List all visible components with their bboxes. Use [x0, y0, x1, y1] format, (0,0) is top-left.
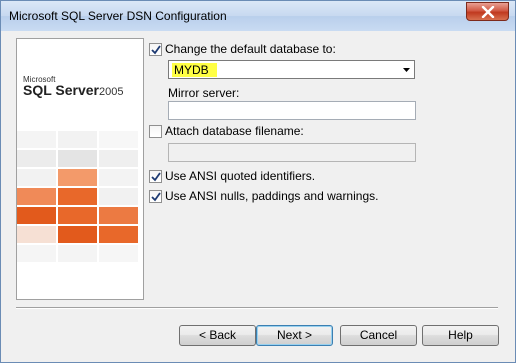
banner-tile — [99, 131, 138, 148]
help-button[interactable]: Help — [422, 325, 499, 346]
ansi-nulls-row[interactable]: Use ANSI nulls, paddings and warnings. — [149, 188, 378, 204]
close-button[interactable] — [466, 2, 509, 21]
button-separator — [16, 307, 498, 309]
banner-tile — [58, 188, 97, 205]
next-button[interactable]: Next > — [256, 325, 333, 346]
attach-db-filename-input — [168, 143, 416, 162]
banner-tile — [17, 169, 56, 186]
checkmark-icon — [151, 191, 161, 201]
dsn-config-window: Microsoft SQL Server DSN Configuration M… — [0, 0, 516, 363]
banner-tile — [17, 150, 56, 167]
dialog-client: Microsoft SQL Server 2005 Change the def… — [8, 31, 508, 357]
ansi-quoted-label: Use ANSI quoted identifiers. — [165, 169, 316, 183]
banner-tile — [58, 169, 97, 186]
checkmark-icon — [151, 44, 161, 54]
banner-tile — [58, 150, 97, 167]
attach-db-row[interactable]: Attach database filename: — [149, 123, 304, 139]
banner-tile — [99, 150, 138, 167]
banner-tile — [99, 245, 138, 262]
banner-tile — [58, 226, 97, 243]
ansi-nulls-label: Use ANSI nulls, paddings and warnings. — [165, 189, 379, 203]
banner-tile — [17, 245, 56, 262]
title-bar: Microsoft SQL Server DSN Configuration — [1, 1, 515, 31]
banner-tile — [17, 207, 56, 224]
ansi-nulls-checkbox[interactable] — [149, 189, 162, 203]
banner-tile — [58, 131, 97, 148]
attach-db-label: Attach database filename: — [165, 124, 304, 138]
banner-tile — [17, 226, 56, 243]
checkmark-icon — [151, 171, 161, 181]
mirror-server-input[interactable] — [168, 101, 416, 120]
close-icon — [481, 6, 495, 18]
sql-server-banner: Microsoft SQL Server 2005 — [16, 38, 144, 300]
banner-tile — [99, 207, 138, 224]
banner-tile — [58, 207, 97, 224]
svg-text:SQL Server: SQL Server — [23, 82, 100, 98]
banner-tile — [99, 169, 138, 186]
back-button[interactable]: < Back — [179, 325, 256, 346]
banner-tile — [99, 226, 138, 243]
change-default-db-label: Change the default database to: — [165, 42, 336, 56]
banner-tile — [58, 245, 97, 262]
ansi-quoted-row[interactable]: Use ANSI quoted identifiers. — [149, 168, 315, 184]
dropdown-arrow-icon — [403, 68, 410, 72]
banner-tile — [17, 188, 56, 205]
svg-text:2005: 2005 — [99, 86, 123, 98]
attach-db-checkbox[interactable] — [149, 124, 162, 138]
banner-tile — [99, 188, 138, 205]
window-title: Microsoft SQL Server DSN Configuration — [9, 9, 227, 23]
change-default-db-checkbox[interactable] — [149, 42, 162, 56]
banner-tile — [17, 131, 56, 148]
default-database-value: MYDB — [172, 63, 217, 77]
sql-server-logo: Microsoft SQL Server 2005 — [21, 73, 141, 103]
mirror-server-label: Mirror server: — [168, 86, 240, 100]
default-database-dropdown[interactable]: MYDB — [168, 60, 415, 79]
ansi-quoted-checkbox[interactable] — [149, 169, 162, 183]
change-default-db-row[interactable]: Change the default database to: — [149, 41, 336, 57]
cancel-button[interactable]: Cancel — [340, 325, 417, 346]
